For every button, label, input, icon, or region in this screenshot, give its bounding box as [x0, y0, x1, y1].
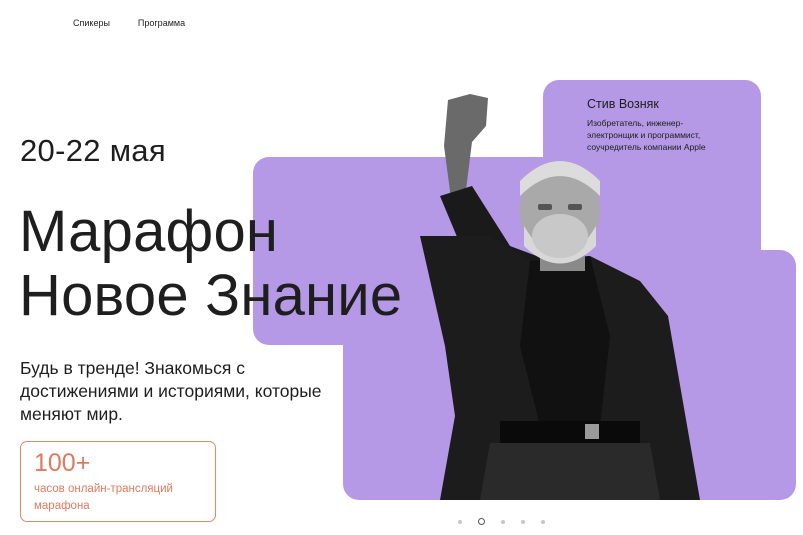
slider-dot[interactable]	[458, 519, 462, 524]
title-line: Новое Знание	[19, 263, 403, 328]
slider-dot-active[interactable]	[478, 518, 485, 525]
stat-label: часов онлайн-трансляций марафона	[34, 483, 173, 512]
top-nav: Спикеры Программа	[73, 18, 185, 28]
speaker-name: Стив Возняк	[587, 97, 659, 111]
event-date: 20-22 мая	[20, 133, 166, 168]
slider-dot[interactable]	[541, 519, 545, 524]
title-line: Марафон	[19, 199, 279, 264]
page-title: Марафон Новое Знание	[19, 200, 402, 328]
stat-value: 100+	[34, 449, 91, 477]
nav-link-program[interactable]: Программа	[138, 18, 185, 28]
event-subtitle: Будь в тренде! Знакомься с достижениями …	[20, 358, 322, 424]
slider-dot[interactable]	[501, 519, 505, 524]
slider-pagination	[458, 518, 545, 525]
speaker-role: Изобретатель, инженер-электронщик и прог…	[587, 118, 706, 152]
slider-dot[interactable]	[521, 519, 525, 524]
stat-card: 100+ часов онлайн-трансляций марафона	[20, 441, 216, 522]
nav-link-speakers[interactable]: Спикеры	[73, 18, 110, 28]
speaker-info: Стив Возняк Изобретатель, инженер-электр…	[587, 97, 717, 153]
